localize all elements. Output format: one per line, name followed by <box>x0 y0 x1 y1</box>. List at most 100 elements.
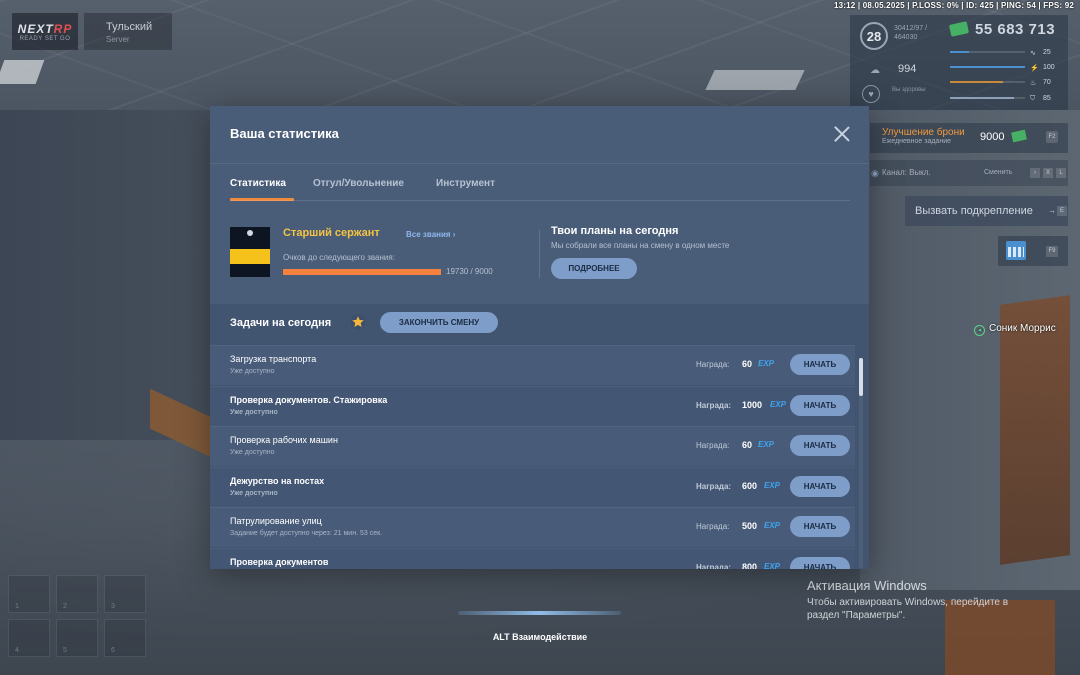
tab-tools[interactable]: Инструмент <box>436 178 495 189</box>
task-row: Проверка документов Награда: 800 EXP НАЧАТЬ <box>210 548 855 569</box>
alt-interaction-hint: ALT Взаимодействие <box>492 632 588 642</box>
reward-label: Награда: <box>696 563 732 569</box>
npc-name: Соник Моррис <box>989 323 1056 334</box>
more-details-button[interactable]: ПОДРОБНЕЕ <box>551 258 637 279</box>
radio-icon: ◉ <box>871 168 879 178</box>
stat-bar-fill <box>950 97 1014 99</box>
slot-number: 1 <box>15 603 19 610</box>
stat-bar <box>950 97 1025 99</box>
close-icon[interactable] <box>833 125 851 143</box>
stat-bar <box>950 51 1025 53</box>
start-task-button[interactable]: НАЧАТЬ <box>790 435 850 457</box>
stat-bar <box>950 66 1025 68</box>
all-ranks-link[interactable]: Все звания › <box>406 230 455 239</box>
stat-value: 100 <box>1043 64 1055 71</box>
level-badge: 28 <box>860 22 888 50</box>
start-task-button[interactable]: НАЧАТЬ <box>790 354 850 375</box>
call-backup-label: Вызвать подкрепление <box>915 205 1033 217</box>
hotkey-badge: E <box>1057 206 1067 216</box>
task-row: Дежурство на постах Уже доступно Награда: 6… <box>210 466 855 507</box>
armor-upgrade-task[interactable]: Улучшение брони Ежедневное задание 9000 … <box>870 123 1068 153</box>
exp-icon: EXP <box>770 399 787 409</box>
task-row: Патрулирование улиц Задание будет доступн… <box>210 507 855 548</box>
exp-icon: EXP <box>764 562 781 569</box>
divider <box>230 200 850 201</box>
finish-shift-button[interactable]: ЗАКОНЧИТЬ СМЕНУ <box>380 312 498 333</box>
cash-icon <box>1011 129 1027 143</box>
exp-icon: EXP <box>764 480 781 490</box>
slot-number: 2 <box>63 603 67 610</box>
stat-bar-fill <box>950 66 1025 68</box>
task-status: Задание будет доступно через: 21 мин. 53… <box>230 530 383 538</box>
exp-progress: 30412/97 / 464030 <box>894 25 928 41</box>
next-rank-label: Очков до следующего звания: <box>283 253 395 262</box>
task-name: Проверка документов. Стажировка <box>230 394 388 405</box>
city-name: Тульский <box>106 21 153 33</box>
logo-subtitle: READY SET GO <box>19 35 71 42</box>
arrow-icon: → <box>1048 206 1056 215</box>
cloud-icon: ☁ <box>870 65 880 76</box>
stat-bar-fill <box>950 51 969 53</box>
task-name: Патрулирование улиц <box>230 516 322 527</box>
statistics-modal: Ваша статистика Статистика Отгул/Увольне… <box>210 106 869 569</box>
tasks-section: Задачи на сегодня ЗАКОНЧИТЬ СМЕНУ Загруз… <box>210 304 869 569</box>
rank-progress-bar <box>283 269 441 275</box>
task-row: Проверка документов. Стажировка Уже досту… <box>210 385 855 426</box>
exp-icon: EXP <box>758 359 775 368</box>
logo-text: NEXTRP <box>17 21 73 36</box>
start-task-button[interactable]: НАЧАТЬ <box>790 557 850 569</box>
reward-value: 60 <box>742 440 753 451</box>
task-name: Дежурство на постах <box>230 475 325 486</box>
plans-subtitle: Мы собрали все планы на смену в одном ме… <box>551 241 730 250</box>
calendar-button[interactable]: F9 <box>998 236 1068 266</box>
reward-value: 500 <box>742 521 758 532</box>
exp-icon: EXP <box>758 440 775 450</box>
reward-value: 60 <box>742 359 753 369</box>
tasks-title: Задачи на сегодня <box>230 317 332 329</box>
armor-upgrade-price: 9000 <box>980 131 1005 143</box>
task-row: Проверка рабочих машин Уже доступно Наград… <box>210 426 855 467</box>
start-task-button[interactable]: НАЧАТЬ <box>790 516 850 538</box>
reward-value: 800 <box>742 562 758 569</box>
stat-bar-fill <box>950 81 1003 83</box>
hotbar-slot[interactable]: 2 <box>56 575 98 613</box>
reward-label: Награда: <box>696 522 730 532</box>
start-task-button[interactable]: НАЧАТЬ <box>790 394 850 416</box>
reward-label: Награда: <box>696 441 730 451</box>
task-name: Проверка документов <box>230 557 329 567</box>
energy-icon: ⚡ <box>1030 65 1039 72</box>
divider <box>210 163 869 164</box>
health-icon: ♥ <box>862 85 880 103</box>
tab-statistics[interactable]: Статистика <box>230 178 286 189</box>
tab-leave[interactable]: Отгул/Увольнение <box>313 178 404 189</box>
switch-channel-label: Сменить <box>984 169 1013 176</box>
armor-upgrade-subtitle: Ежедневное задание <box>882 138 951 145</box>
slot-number: 3 <box>111 603 115 610</box>
task-status: Уже доступно <box>230 408 278 416</box>
windows-activation-watermark: Активация Windows Чтобы активировать Win… <box>807 578 1042 622</box>
reward-value: 1000 <box>742 399 763 410</box>
city-subtitle: Server <box>106 35 130 44</box>
start-task-button[interactable]: НАЧАТЬ <box>790 475 850 497</box>
task-name: Проверка рабочих машин <box>230 435 338 446</box>
rank-insignia-icon <box>230 227 270 277</box>
food-icon: ♨ <box>1030 80 1037 87</box>
task-row: Загрузка транспорта Уже доступно Награда: 6… <box>210 345 855 385</box>
stat-value: 25 <box>1043 49 1051 56</box>
exp-icon: EXP <box>764 521 781 531</box>
scrollbar-thumb[interactable] <box>859 358 863 396</box>
hotbar-slot[interactable]: 3 <box>104 575 146 613</box>
reward-label: Награда: <box>696 400 732 410</box>
hotbar-slot[interactable]: 1 <box>8 575 50 613</box>
star-icon <box>350 314 366 330</box>
slot-number: 5 <box>63 647 67 654</box>
slot-number: 4 <box>15 647 19 654</box>
stat-value: 85 <box>1043 95 1051 102</box>
call-backup-button[interactable]: Вызвать подкрепление → E <box>905 196 1068 226</box>
task-status: Уже доступно <box>230 449 275 457</box>
task-name: Загрузка транспорта <box>230 354 317 364</box>
calendar-icon <box>1006 241 1026 260</box>
stat-value: 70 <box>1043 79 1051 86</box>
armor-upgrade-title: Улучшение брони <box>882 127 965 138</box>
interaction-bar <box>458 611 621 615</box>
